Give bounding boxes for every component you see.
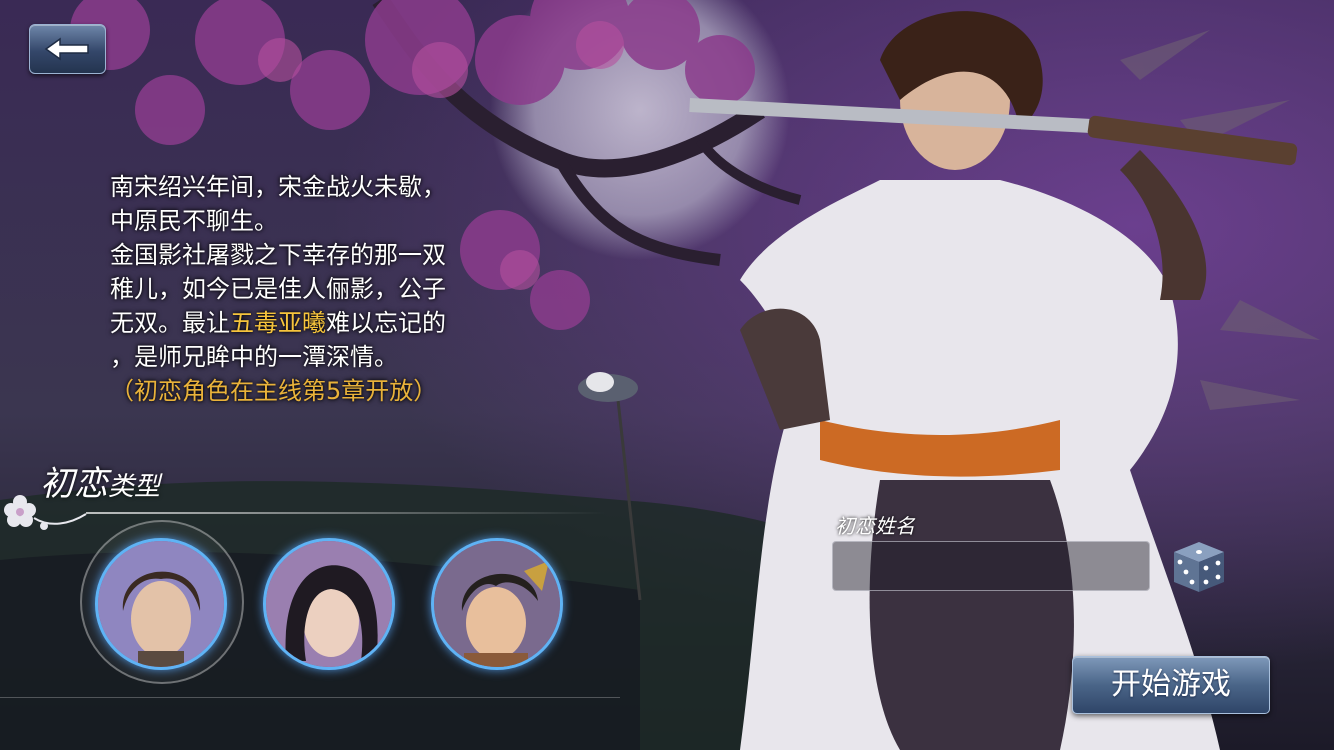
story-line: 南宋绍兴年间，宋金战火未歇，: [110, 173, 446, 201]
random-name-button[interactable]: [1168, 538, 1230, 596]
bottom-divider: [0, 697, 620, 698]
back-button[interactable]: [29, 24, 106, 74]
story-line-text: 难以忘记的: [326, 309, 446, 337]
portrait-2[interactable]: [263, 538, 395, 670]
start-game-button[interactable]: 开始游戏: [1072, 656, 1270, 714]
game-scene: 南宋绍兴年间，宋金战火未歇， 中原民不聊生。 金国影社屠戮之下幸存的那一双 稚儿…: [0, 0, 1334, 750]
story-text: 南宋绍兴年间，宋金战火未歇， 中原民不聊生。 金国影社屠戮之下幸存的那一双 稚儿…: [110, 170, 520, 408]
story-line: 中原民不聊生。: [110, 207, 278, 235]
section-divider: [86, 512, 606, 514]
name-input[interactable]: [832, 541, 1150, 591]
story-line: 稚儿，如今已是佳人俪影，公子: [110, 275, 446, 303]
story-line-text: 无双。最让: [110, 309, 230, 337]
dice-icon: [1174, 542, 1224, 592]
male-character-face-icon: [98, 541, 224, 667]
story-line: ，是师兄眸中的一潭深情。: [110, 343, 398, 371]
back-arrow-icon: [44, 37, 89, 61]
story-line: 金国影社屠戮之下幸存的那一双: [110, 241, 446, 269]
character-name-highlight: 五毒亚曦: [230, 309, 326, 337]
female-character-face-icon: [266, 541, 392, 667]
flower-ornament-icon: [4, 495, 87, 530]
story-line: 无双。最让五毒亚曦难以忘记的: [110, 306, 520, 340]
warrior-character-face-icon: [434, 541, 560, 667]
type-title-sub: 类型: [108, 472, 161, 502]
unlock-note: （初恋角色在主线第5章开放）: [110, 377, 438, 405]
name-label: 初恋姓名: [835, 514, 915, 538]
portrait-1[interactable]: [95, 538, 227, 670]
portrait-3[interactable]: [431, 538, 563, 670]
